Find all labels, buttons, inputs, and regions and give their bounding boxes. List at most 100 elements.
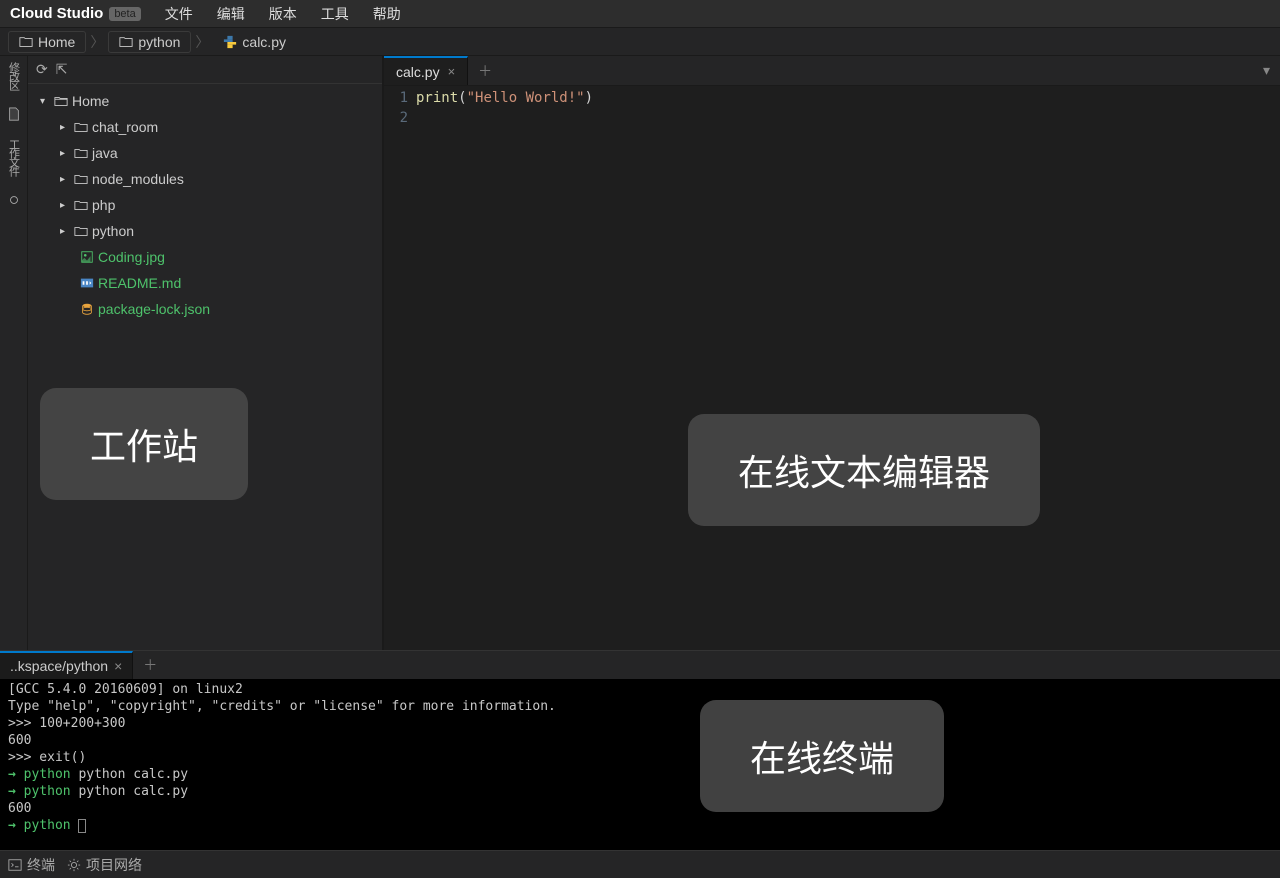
main-area: 修改区 工作文件 ⟳ ⇱ ▾ Home ▸ chat_room ▸ java (0, 56, 1280, 650)
folder-icon (74, 146, 88, 160)
terminal-tab[interactable]: ..kspace/python × (0, 651, 133, 679)
crumb-file[interactable]: calc.py (213, 32, 296, 52)
json-icon (80, 302, 94, 316)
folder-icon (119, 35, 133, 49)
term-line: >>> exit() (8, 749, 1272, 766)
chevron-right-icon: ▸ (60, 174, 70, 185)
chevron-right-icon: ▸ (60, 200, 70, 211)
tree-root[interactable]: ▾ Home (28, 88, 382, 114)
editor: calc.py × ＋ ▾ 1 2 print("Hello World!") (384, 56, 1280, 650)
code-line (416, 110, 1280, 130)
breadcrumb: Home 〉 python 〉 calc.py (0, 28, 1280, 56)
tree-folder[interactable]: ▸ python (28, 218, 382, 244)
tree-label: chat_room (92, 119, 158, 135)
activity-changes[interactable]: 修改区 (6, 62, 22, 89)
menu-edit[interactable]: 编辑 (207, 2, 255, 26)
sidebar-toolbar: ⟳ ⇱ (28, 56, 382, 84)
tab-label: ..kspace/python (10, 658, 108, 674)
tree-folder[interactable]: ▸ java (28, 140, 382, 166)
folder-icon (74, 120, 88, 134)
crumb-python[interactable]: python (108, 31, 191, 53)
crumb-label: Home (38, 34, 75, 50)
sidebar: ⟳ ⇱ ▾ Home ▸ chat_room ▸ java ▸ nod (28, 56, 384, 650)
crumb-label: calc.py (242, 34, 286, 50)
activity-workfiles[interactable]: 工作文件 (6, 139, 22, 175)
status-bar: 终端 项目网络 (0, 850, 1280, 878)
term-line: → python (8, 817, 1272, 834)
file-tree: ▾ Home ▸ chat_room ▸ java ▸ node_modules… (28, 84, 382, 326)
tree-file[interactable]: Coding.jpg (28, 244, 382, 270)
code-content: print("Hello World!") (416, 90, 1280, 650)
term-line: → python python calc.py (8, 766, 1272, 783)
tree-label: package-lock.json (98, 301, 210, 317)
crumb-label: python (138, 34, 180, 50)
status-network[interactable]: 项目网络 (67, 855, 142, 875)
terminal-panel: ..kspace/python × ＋ [GCC 5.4.0 20160609]… (0, 650, 1280, 850)
code-area[interactable]: 1 2 print("Hello World!") (384, 86, 1280, 650)
chevron-right-icon: ▸ (60, 122, 70, 133)
tree-folder[interactable]: ▸ node_modules (28, 166, 382, 192)
document-icon[interactable] (7, 107, 21, 121)
term-line: [GCC 5.4.0 20160609] on linux2 (8, 681, 1272, 698)
term-line: 600 (8, 800, 1272, 817)
refresh-icon[interactable]: ⟳ (36, 61, 48, 78)
line-gutter: 1 2 (384, 90, 416, 650)
app-logo: Cloud Studio (10, 5, 103, 22)
code-line: print("Hello World!") (416, 90, 1280, 110)
chevron-down-icon: ▾ (40, 96, 50, 107)
chevron-down-icon[interactable]: ▾ (1253, 62, 1280, 79)
beta-badge: beta (109, 7, 140, 21)
menu-file[interactable]: 文件 (155, 2, 203, 26)
tree-label: java (92, 145, 118, 161)
close-icon[interactable]: × (114, 658, 122, 674)
tree-label: Coding.jpg (98, 249, 165, 265)
close-icon[interactable]: × (448, 64, 456, 79)
python-icon (223, 35, 237, 49)
crumb-home[interactable]: Home (8, 31, 86, 53)
chevron-right-icon: ▸ (60, 148, 70, 159)
folder-open-icon (54, 94, 68, 108)
folder-icon (74, 224, 88, 238)
line-number: 1 (384, 90, 408, 110)
chevron-right-icon: 〉 (90, 32, 104, 52)
editor-tabs: calc.py × ＋ ▾ (384, 56, 1280, 86)
folder-icon (74, 172, 88, 186)
tree-label: README.md (98, 275, 181, 291)
status-label: 项目网络 (86, 855, 142, 875)
add-terminal-button[interactable]: ＋ (133, 655, 167, 675)
folder-icon (19, 35, 33, 49)
gear-icon (67, 858, 81, 872)
tree-file[interactable]: README.md (28, 270, 382, 296)
terminal-icon (8, 858, 22, 872)
tree-label: node_modules (92, 171, 184, 187)
line-number: 2 (384, 110, 408, 130)
image-icon (80, 250, 94, 264)
activity-bar: 修改区 工作文件 (0, 56, 28, 650)
chevron-right-icon: ▸ (60, 226, 70, 237)
menu-tools[interactable]: 工具 (311, 2, 359, 26)
status-label: 终端 (27, 855, 55, 875)
tree-folder[interactable]: ▸ php (28, 192, 382, 218)
term-line: → python python calc.py (8, 783, 1272, 800)
tree-label: Home (72, 93, 109, 109)
markdown-icon (80, 276, 94, 290)
link-icon[interactable] (7, 193, 21, 207)
chevron-right-icon: 〉 (195, 32, 209, 52)
term-line: 600 (8, 732, 1272, 749)
collapse-icon[interactable]: ⇱ (56, 61, 68, 78)
terminal-body[interactable]: [GCC 5.4.0 20160609] on linux2 Type "hel… (0, 679, 1280, 850)
tree-label: python (92, 223, 134, 239)
menu-help[interactable]: 帮助 (363, 2, 411, 26)
tab-label: calc.py (396, 64, 440, 80)
tree-folder[interactable]: ▸ chat_room (28, 114, 382, 140)
term-line: Type "help", "copyright", "credits" or "… (8, 698, 1272, 715)
add-tab-button[interactable]: ＋ (468, 61, 502, 81)
tree-file[interactable]: package-lock.json (28, 296, 382, 322)
folder-icon (74, 198, 88, 212)
tree-label: php (92, 197, 115, 213)
term-line: >>> 100+200+300 (8, 715, 1272, 732)
menu-version[interactable]: 版本 (259, 2, 307, 26)
menubar: Cloud Studio beta 文件 编辑 版本 工具 帮助 (0, 0, 1280, 28)
editor-tab-calc[interactable]: calc.py × (384, 56, 468, 85)
status-terminal[interactable]: 终端 (8, 855, 55, 875)
